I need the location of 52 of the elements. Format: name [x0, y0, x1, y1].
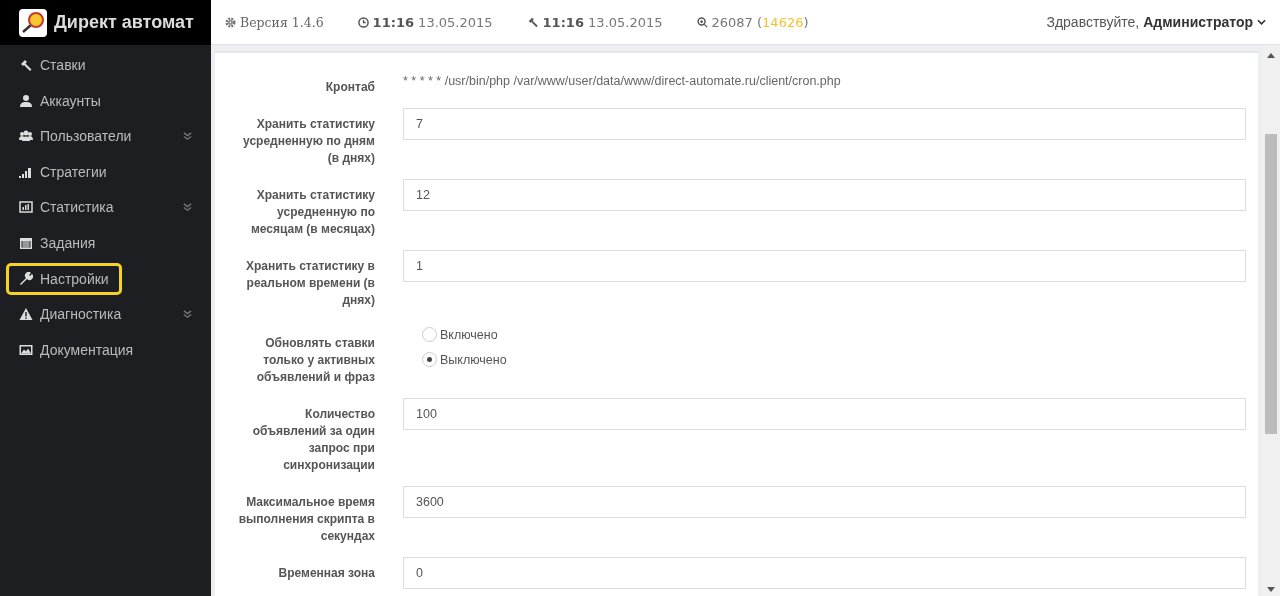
logo-icon: [19, 8, 47, 37]
timestamp: 11:16 13.05.2015: [542, 14, 663, 30]
input-field[interactable]: 3600: [403, 486, 1246, 518]
sidebar-item[interactable]: Пользователи: [6, 120, 205, 153]
sidebar-item[interactable]: Ставки: [6, 49, 205, 81]
timestamp: 11:16 13.05.2015: [372, 14, 493, 30]
counter: 26087 (14626): [711, 14, 809, 30]
radio-label: Выключено: [440, 352, 507, 367]
sidebar-item[interactable]: Документация: [6, 333, 205, 366]
field-label: Максимальное время выполнения скрипта в секундах: [237, 494, 375, 545]
clock-icon: [357, 16, 369, 28]
wrench-icon: [19, 271, 33, 286]
user-menu[interactable]: Здравствуйте, Администратор: [1046, 14, 1266, 30]
image-icon: [19, 342, 33, 357]
sidebar-item[interactable]: Диагностика: [6, 298, 205, 331]
field-label: Временная зона: [277, 565, 375, 582]
chevron-down-icon: [1257, 19, 1266, 25]
scrollbar[interactable]: [1262, 45, 1280, 596]
field-label: Количество объявлений за один запрос при синхронизации: [251, 406, 375, 474]
radio-option[interactable]: Включено: [422, 327, 1246, 342]
sidebar-item[interactable]: Статистика: [6, 191, 205, 224]
field-label: Кронтаб: [324, 79, 375, 96]
bar-chart-icon: [19, 200, 33, 215]
version-label: Версия 1.4.6: [240, 14, 324, 30]
zoom-icon: [696, 16, 708, 28]
sidebar-item[interactable]: Стратегии: [6, 155, 205, 188]
sidebar-item[interactable]: Задания: [6, 226, 205, 259]
field-label: Хранить статистику усредненную по дням (в днях): [242, 116, 375, 167]
input-field[interactable]: 0: [403, 557, 1246, 589]
input-field[interactable]: 12: [403, 179, 1246, 211]
sidebar-item[interactable]: Аккаунты: [6, 84, 205, 117]
scroll-down-icon[interactable]: [1267, 587, 1275, 592]
users-icon: [19, 129, 33, 144]
warning-icon: [19, 307, 33, 322]
input-field[interactable]: 7: [403, 108, 1246, 140]
field-label: Хранить статистику в реальном времени (в днях): [244, 258, 375, 309]
cron-command: * * * * * /usr/bin/php /var/www/user/data/www/direct-automate.ru/client/cron.php: [403, 73, 841, 88]
field-label: Обновлять ставки только у активных объявлений и фраз: [255, 335, 375, 386]
gavel-icon: [526, 16, 539, 28]
gear-icon: [225, 16, 236, 28]
input-field[interactable]: 1: [403, 250, 1246, 282]
calendar-icon: [19, 235, 33, 250]
gavel-icon: [19, 58, 33, 72]
field-label: Хранить статистику усредненную по месяцам (в месяцах): [249, 187, 375, 238]
sidebar-item[interactable]: Настройки: [6, 262, 122, 295]
radio-label: Включено: [440, 327, 498, 342]
input-field[interactable]: 100: [403, 398, 1246, 430]
user-icon: [19, 93, 33, 108]
scrollbar-thumb[interactable]: [1265, 134, 1277, 434]
scroll-up-icon[interactable]: [1267, 53, 1275, 58]
app-title: Директ автомат: [54, 12, 194, 33]
radio-option[interactable]: Выключено: [422, 352, 1246, 367]
